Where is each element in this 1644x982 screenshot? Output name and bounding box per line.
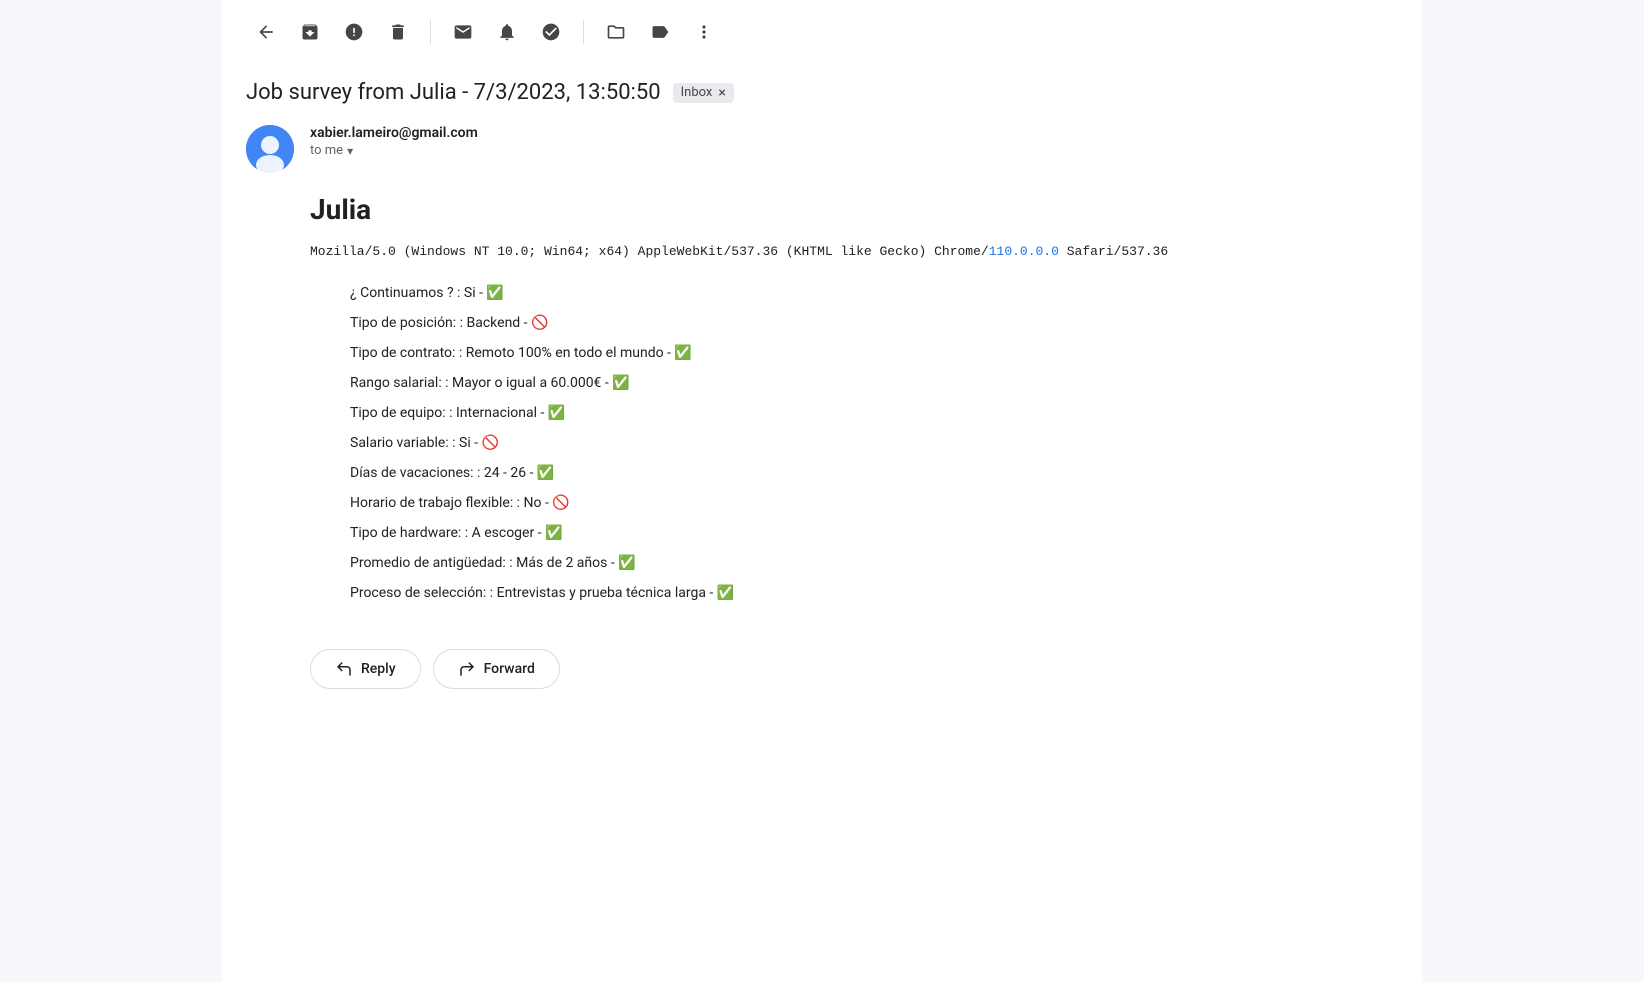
forward-icon [458, 660, 476, 678]
list-item: Salario variable: : Si - 🚫 [350, 429, 1398, 457]
toolbar-divider-2 [583, 20, 584, 44]
sender-to[interactable]: to me ▾ [310, 143, 478, 158]
list-item: Rango salarial: : Mayor o igual a 60.000… [350, 369, 1398, 397]
list-item: Días de vacaciones: : 24 - 26 - ✅ [350, 459, 1398, 487]
label-button[interactable] [640, 12, 680, 52]
move-button[interactable] [596, 12, 636, 52]
list-item: Tipo de equipo: : Internacional - ✅ [350, 399, 1398, 427]
chevron-down-icon: ▾ [347, 144, 353, 158]
list-item: Proceso de selección: : Entrevistas y pr… [350, 579, 1398, 607]
reply-icon [335, 660, 353, 678]
email-useragent: Mozilla/5.0 (Windows NT 10.0; Win64; x64… [310, 242, 1398, 263]
avatar [246, 125, 294, 173]
email-survey-list: ¿ Continuamos ? : Si - ✅Tipo de posición… [310, 279, 1398, 607]
sender-info: xabier.lameiro@gmail.com to me ▾ [310, 125, 478, 158]
more-button[interactable] [684, 12, 724, 52]
list-item: Horario de trabajo flexible: : No - 🚫 [350, 489, 1398, 517]
list-item: Promedio de antigüedad: : Más de 2 años … [350, 549, 1398, 577]
inbox-badge-label: Inbox [681, 85, 713, 100]
email-greeting: Julia [310, 193, 1398, 226]
reply-label: Reply [361, 661, 396, 677]
email-body: Julia Mozilla/5.0 (Windows NT 10.0; Win6… [222, 185, 1422, 617]
sender-email: xabier.lameiro@gmail.com [310, 125, 478, 141]
toolbar [222, 0, 1422, 64]
subject-title: Job survey from Julia - 7/3/2023, 13:50:… [246, 80, 661, 105]
subject-area: Job survey from Julia - 7/3/2023, 13:50:… [222, 64, 1422, 113]
toolbar-divider-1 [430, 20, 431, 44]
list-item: Tipo de hardware: : A escoger - ✅ [350, 519, 1398, 547]
reply-button[interactable]: Reply [310, 649, 421, 689]
action-area: Reply Forward [222, 617, 1422, 721]
list-item: ¿ Continuamos ? : Si - ✅ [350, 279, 1398, 307]
useragent-link[interactable]: 110.0.0.0 [989, 244, 1059, 259]
to-label: to me [310, 143, 343, 158]
useragent-suffix: Safari/537.36 [1059, 244, 1168, 259]
badge-close-icon[interactable]: × [718, 85, 725, 101]
task-button[interactable] [531, 12, 571, 52]
mark-unread-button[interactable] [443, 12, 483, 52]
snooze-button[interactable] [487, 12, 527, 52]
list-item: Tipo de contrato: : Remoto 100% en todo … [350, 339, 1398, 367]
back-button[interactable] [246, 12, 286, 52]
report-button[interactable] [334, 12, 374, 52]
inbox-badge: Inbox × [673, 83, 734, 103]
sender-area: xabier.lameiro@gmail.com to me ▾ [222, 113, 1422, 185]
archive-button[interactable] [290, 12, 330, 52]
delete-button[interactable] [378, 12, 418, 52]
forward-label: Forward [484, 661, 535, 677]
useragent-prefix: Mozilla/5.0 (Windows NT 10.0; Win64; x64… [310, 244, 989, 259]
forward-button[interactable]: Forward [433, 649, 560, 689]
list-item: Tipo de posición: : Backend - 🚫 [350, 309, 1398, 337]
